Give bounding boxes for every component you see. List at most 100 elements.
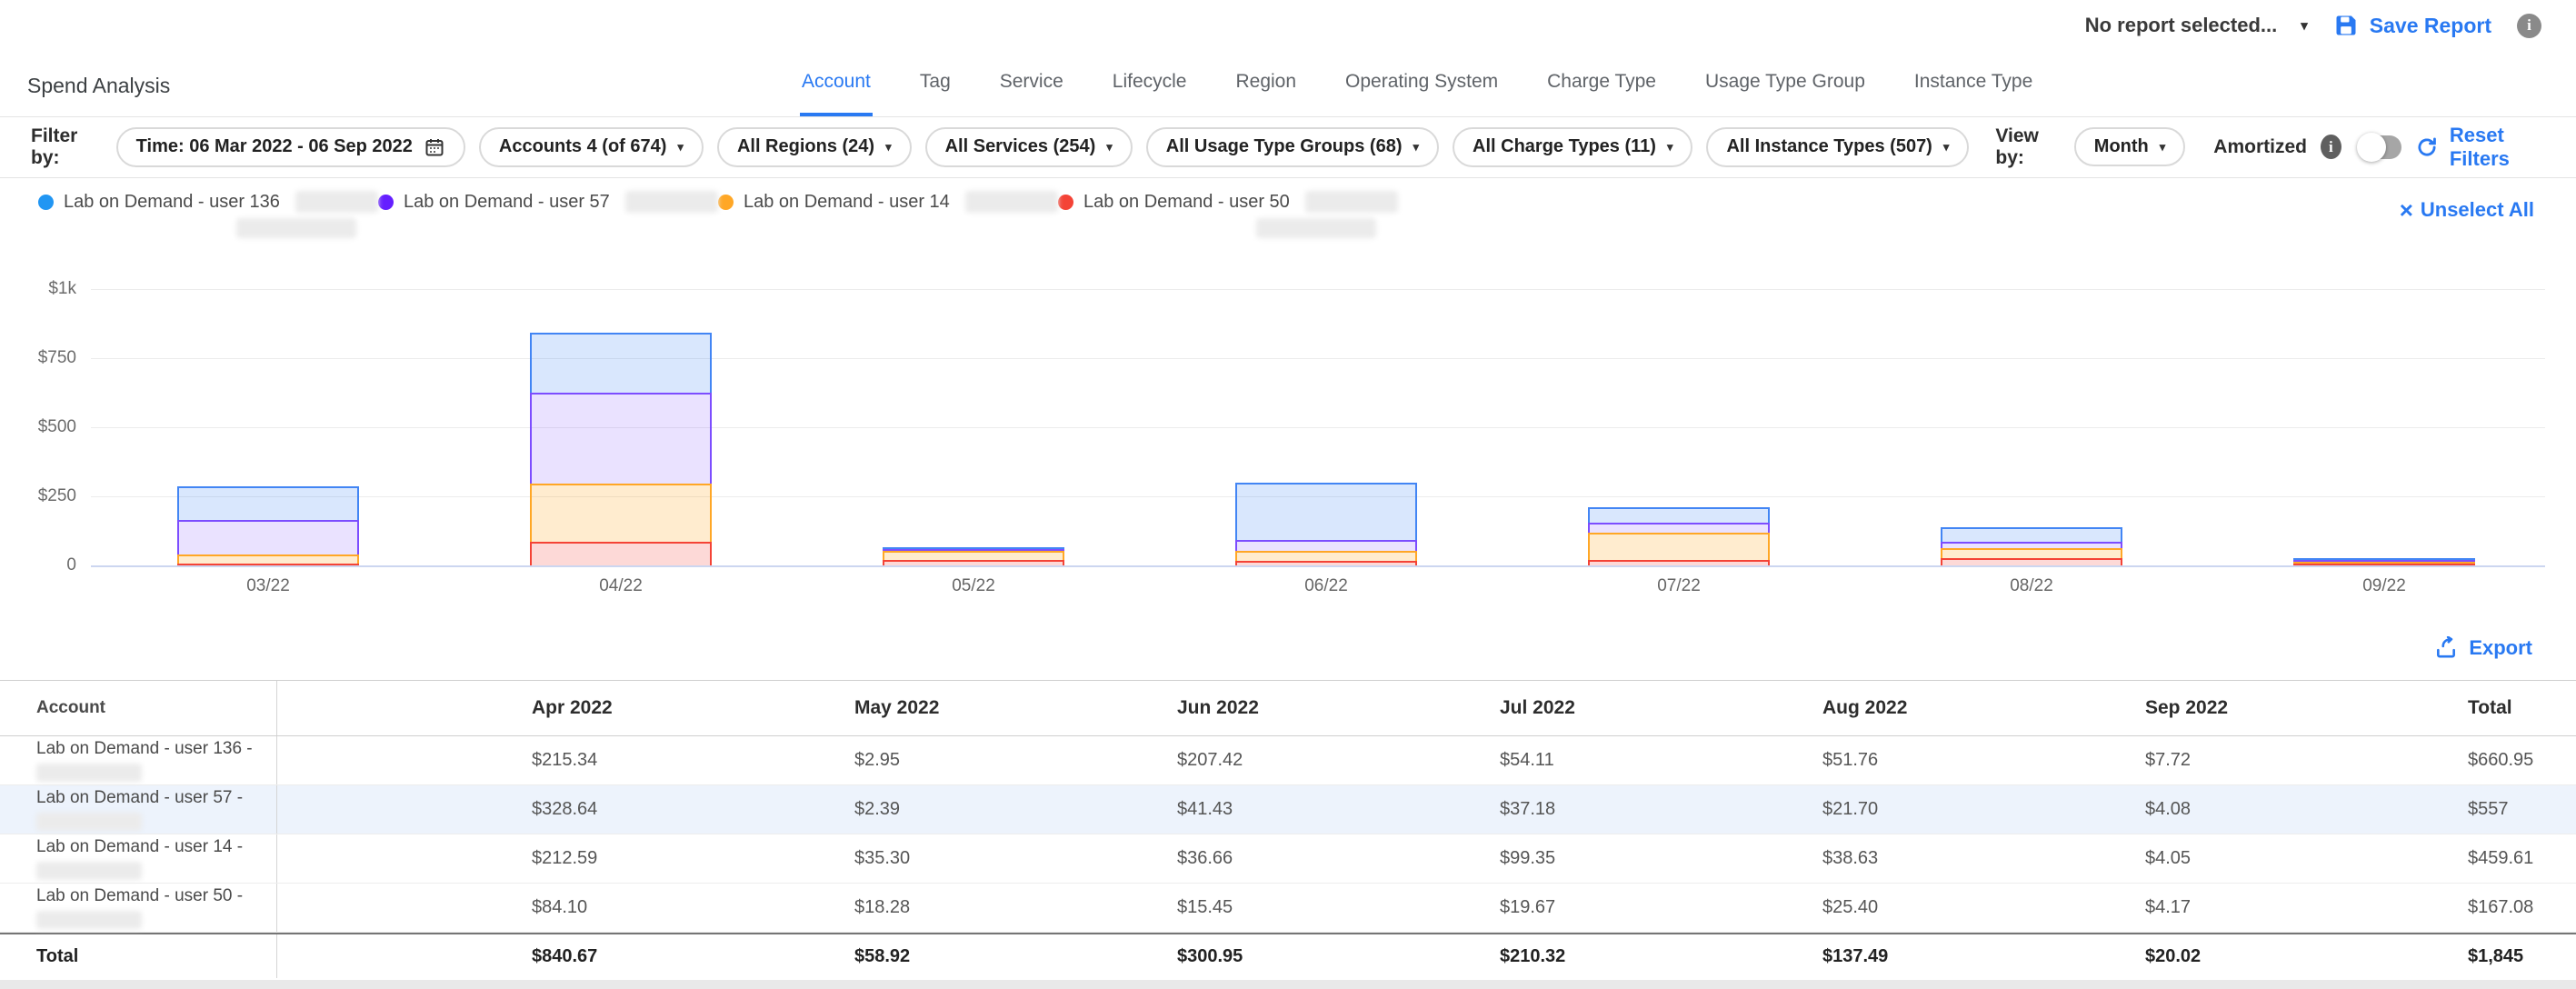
filter-pill-label: Accounts 4 (of 674) xyxy=(499,136,666,157)
tab-tag[interactable]: Tag xyxy=(918,51,953,116)
chevron-down-icon: ▾ xyxy=(2301,17,2308,34)
info-icon[interactable]: i xyxy=(2517,14,2541,38)
bar-segment-lab-on-demand-user-14[interactable] xyxy=(1941,548,2122,559)
bar-segment-lab-on-demand-user-50[interactable] xyxy=(883,560,1064,565)
bar-segment-lab-on-demand-user-57[interactable] xyxy=(1235,540,1417,552)
calendar-icon xyxy=(424,136,445,158)
bar-segment-lab-on-demand-user-14[interactable] xyxy=(1588,533,1770,560)
bar-04-22[interactable] xyxy=(530,333,712,565)
value-cell: $4.05 xyxy=(2118,848,2441,869)
bar-segment-lab-on-demand-user-136[interactable] xyxy=(1588,507,1770,522)
chevron-down-icon: ▾ xyxy=(1943,140,1950,155)
amortized-toggle[interactable] xyxy=(2359,135,2401,159)
bar-segment-lab-on-demand-user-136[interactable] xyxy=(530,333,712,392)
filter-pill-all-usage-type-groups[interactable]: All Usage Type Groups (68)▾ xyxy=(1146,127,1439,167)
bar-05-22[interactable] xyxy=(883,547,1064,565)
filter-pill-all-charge-types[interactable]: All Charge Types (11)▾ xyxy=(1453,127,1692,167)
total-label: Total xyxy=(36,946,276,967)
tab-region[interactable]: Region xyxy=(1233,51,1298,116)
bar-segment-lab-on-demand-user-50[interactable] xyxy=(530,542,712,565)
export-label: Export xyxy=(2469,636,2532,660)
bar-06-22[interactable] xyxy=(1235,483,1417,565)
tab-charge-type[interactable]: Charge Type xyxy=(1545,51,1658,116)
legend-dot-icon xyxy=(1058,195,1073,210)
bar-segment-lab-on-demand-user-14[interactable] xyxy=(883,551,1064,561)
total-value-cell: $137.49 xyxy=(1795,946,2118,967)
bar-segment-lab-on-demand-user-50[interactable] xyxy=(1941,558,2122,565)
filter-pill-accounts-4[interactable]: Accounts 4 (of 674) ▾ xyxy=(479,127,704,167)
bar-segment-lab-on-demand-user-50[interactable] xyxy=(1588,560,1770,565)
horizontal-scrollbar[interactable] xyxy=(0,980,2576,989)
y-axis-tick: $250 xyxy=(7,486,76,506)
bar-09-22[interactable] xyxy=(2293,558,2475,565)
spend-table: AccountApr 2022May 2022Jun 2022Jul 2022A… xyxy=(0,680,2576,978)
bar-segment-lab-on-demand-user-57[interactable] xyxy=(1941,542,2122,548)
bar-segment-lab-on-demand-user-136[interactable] xyxy=(1941,527,2122,542)
export-button[interactable]: Export xyxy=(2434,636,2532,660)
filter-pill-label: All Services (254) xyxy=(945,136,1096,157)
bar-segment-lab-on-demand-user-14[interactable] xyxy=(1235,551,1417,561)
bar-segment-lab-on-demand-user-14[interactable] xyxy=(177,554,359,564)
filter-pill-all-regions[interactable]: All Regions (24)▾ xyxy=(717,127,912,167)
total-value-cell: $1,845 xyxy=(2441,946,2576,967)
chevron-down-icon: ▾ xyxy=(1413,140,1419,155)
tab-lifecycle[interactable]: Lifecycle xyxy=(1111,51,1189,116)
bar-segment-lab-on-demand-user-57[interactable] xyxy=(177,520,359,554)
column-header-account: Account xyxy=(0,681,277,735)
value-cell: $212.59 xyxy=(504,848,827,869)
table-row[interactable]: Lab on Demand - user 14 -$212.59$35.30$3… xyxy=(0,834,2576,884)
reset-filters-button[interactable]: Reset Filters xyxy=(2415,124,2545,171)
y-axis-tick: $500 xyxy=(7,417,76,437)
save-report-label: Save Report xyxy=(2370,14,2491,38)
bar-07-22[interactable] xyxy=(1588,507,1770,565)
gridline xyxy=(91,427,2545,428)
table-row[interactable]: Lab on Demand - user 136 -$215.34$2.95$2… xyxy=(0,736,2576,785)
export-icon xyxy=(2434,636,2458,660)
chevron-down-icon: ▾ xyxy=(677,140,684,155)
bar-segment-lab-on-demand-user-50[interactable] xyxy=(177,564,359,565)
table-row[interactable]: Lab on Demand - user 50 -$84.10$18.28$15… xyxy=(0,884,2576,933)
tab-operating-system[interactable]: Operating System xyxy=(1343,51,1500,116)
filter-pill-label: Time: 06 Mar 2022 - 06 Sep 2022 xyxy=(136,136,413,157)
save-report-button[interactable]: Save Report xyxy=(2333,13,2491,38)
legend-item-lab-on-demand-user-57[interactable]: Lab on Demand - user 57 xyxy=(378,191,718,238)
y-axis-tick: 0 xyxy=(7,555,76,575)
chart-legend: Lab on Demand - user 136Lab on Demand - … xyxy=(38,191,1398,238)
filter-pill-label: All Regions (24) xyxy=(737,136,874,157)
tab-service[interactable]: Service xyxy=(998,51,1065,116)
report-selector[interactable]: No report selected... ▾ xyxy=(2085,14,2308,37)
bar-segment-lab-on-demand-user-57[interactable] xyxy=(530,393,712,484)
value-cell: $21.70 xyxy=(1795,799,2118,820)
filter-pill-all-services[interactable]: All Services (254)▾ xyxy=(925,127,1133,167)
bar-segment-lab-on-demand-user-136[interactable] xyxy=(1235,483,1417,540)
redacted-text xyxy=(1305,191,1398,213)
bar-segment-lab-on-demand-user-57[interactable] xyxy=(1588,523,1770,533)
account-cell: Lab on Demand - user 50 - xyxy=(0,884,277,932)
column-header-jun-2022: Jun 2022 xyxy=(1150,697,1473,719)
bar-segment-lab-on-demand-user-50[interactable] xyxy=(1235,561,1417,565)
bar-segment-lab-on-demand-user-14[interactable] xyxy=(530,484,712,543)
tab-account[interactable]: Account xyxy=(800,51,873,116)
redacted-text xyxy=(36,813,142,831)
filter-bar: Filter by: Time: 06 Mar 2022 - 06 Sep 20… xyxy=(0,116,2576,178)
tab-instance-type[interactable]: Instance Type xyxy=(1912,51,2034,116)
account-cell: Lab on Demand - user 136 - xyxy=(0,736,277,784)
bar-segment-lab-on-demand-user-136[interactable] xyxy=(177,486,359,520)
unselect-all-button[interactable]: × Unselect All xyxy=(2400,198,2534,222)
legend-item-lab-on-demand-user-50[interactable]: Lab on Demand - user 50 xyxy=(1058,191,1398,238)
legend-item-line: Lab on Demand - user 136 xyxy=(38,191,378,213)
filter-pill-all-instance-types[interactable]: All Instance Types (507)▾ xyxy=(1706,127,1969,167)
total-value-cell: $300.95 xyxy=(1150,946,1473,967)
legend-item-lab-on-demand-user-14[interactable]: Lab on Demand - user 14 xyxy=(718,191,1058,238)
filter-pill-time-06-mar-2022-06-sep-2022[interactable]: Time: 06 Mar 2022 - 06 Sep 2022 xyxy=(116,127,465,167)
view-by-select[interactable]: Month ▾ xyxy=(2074,127,2186,166)
amortized-info-icon[interactable]: i xyxy=(2321,135,2341,159)
bar-segment-lab-on-demand-user-50[interactable] xyxy=(2293,564,2475,565)
legend-item-lab-on-demand-user-136[interactable]: Lab on Demand - user 136 xyxy=(38,191,378,238)
tab-usage-type-group[interactable]: Usage Type Group xyxy=(1703,51,1867,116)
bar-08-22[interactable] xyxy=(1941,527,2122,565)
table-row[interactable]: Lab on Demand - user 57 -$328.64$2.39$41… xyxy=(0,785,2576,834)
column-header-may-2022: May 2022 xyxy=(827,697,1150,719)
x-axis-tick: 06/22 xyxy=(1235,576,1417,596)
bar-03-22[interactable] xyxy=(177,486,359,565)
